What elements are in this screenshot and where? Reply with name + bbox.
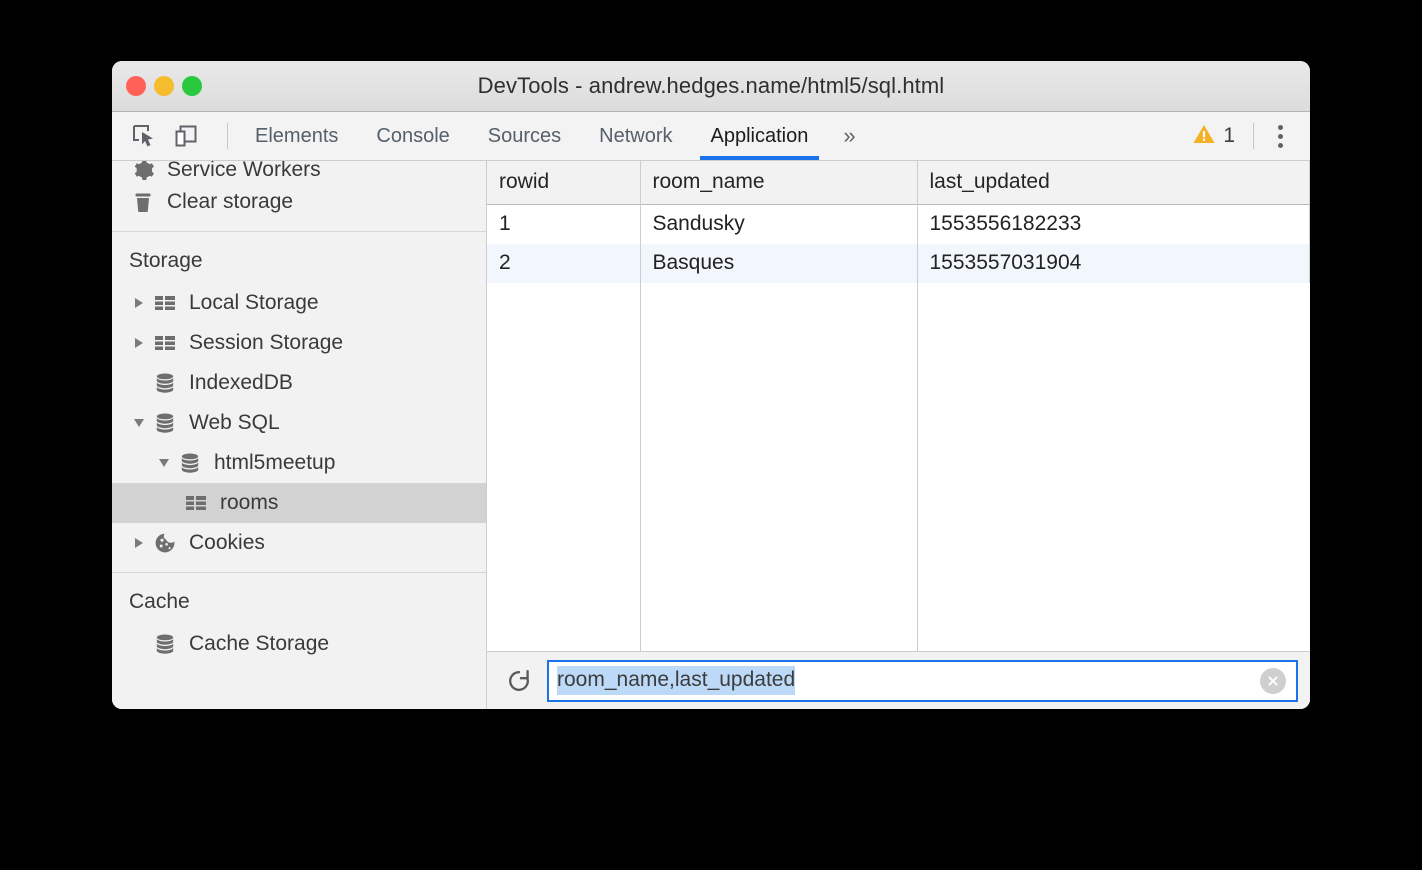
cell-last-updated: 1553557031904 bbox=[917, 244, 1310, 283]
sidebar-section-header-storage: Storage bbox=[112, 241, 486, 283]
window-title: DevTools - andrew.hedges.name/html5/sql.… bbox=[112, 73, 1310, 99]
sidebar-item-label: Service Workers bbox=[167, 161, 321, 182]
warning-indicator[interactable]: 1 bbox=[1186, 122, 1241, 151]
chevron-down-icon[interactable] bbox=[129, 419, 149, 427]
sidebar-item-indexeddb[interactable]: IndexedDB bbox=[112, 363, 486, 403]
query-input[interactable]: room_name,last_updated bbox=[547, 660, 1298, 702]
chevron-right-icon[interactable] bbox=[129, 338, 149, 348]
sidebar-item-label: Cookies bbox=[189, 531, 265, 555]
sidebar-item-label: rooms bbox=[220, 491, 278, 515]
chevron-down-icon[interactable] bbox=[154, 459, 174, 467]
sidebar-section-storage: Storage bbox=[112, 241, 486, 563]
table-row[interactable]: 1 Sandusky 1553556182233 bbox=[487, 205, 1310, 245]
sidebar-item-service-workers[interactable]: Service Workers bbox=[112, 161, 486, 182]
column-header-rowid[interactable]: rowid bbox=[487, 161, 640, 205]
device-toolbar-icon[interactable] bbox=[171, 121, 201, 151]
tab-application[interactable]: Application bbox=[692, 112, 828, 160]
query-input-value: room_name,last_updated bbox=[557, 666, 795, 694]
minimize-window-button[interactable] bbox=[154, 76, 174, 96]
sidebar-item-html5meetup[interactable]: html5meetup bbox=[112, 443, 486, 483]
query-bar: room_name,last_updated bbox=[487, 651, 1310, 709]
web-sql-table: rowid room_name last_updated 1 Sandusky … bbox=[487, 161, 1310, 283]
sidebar-item-label: IndexedDB bbox=[189, 371, 293, 395]
gear-icon bbox=[129, 161, 157, 182]
maximize-window-button[interactable] bbox=[182, 76, 202, 96]
sidebar-top-group: Service Workers Clear storage bbox=[112, 161, 486, 222]
more-tabs-icon[interactable]: » bbox=[827, 112, 871, 160]
sidebar-item-cookies[interactable]: Cookies bbox=[112, 523, 486, 563]
traffic-light-group bbox=[126, 76, 202, 96]
sidebar-item-label: Local Storage bbox=[189, 291, 319, 315]
tab-sources[interactable]: Sources bbox=[469, 112, 580, 160]
chevron-right-icon[interactable] bbox=[129, 538, 149, 548]
tab-network[interactable]: Network bbox=[580, 112, 691, 160]
sidebar-item-label: Cache Storage bbox=[189, 632, 329, 656]
close-window-button[interactable] bbox=[126, 76, 146, 96]
database-icon bbox=[151, 411, 179, 435]
trash-icon bbox=[129, 190, 157, 214]
panel-tabs: Elements Console Sources Network Applica… bbox=[236, 112, 872, 160]
tab-console[interactable]: Console bbox=[357, 112, 468, 160]
warning-count: 1 bbox=[1223, 124, 1235, 148]
devtools-toolbar: Elements Console Sources Network Applica… bbox=[112, 112, 1310, 161]
cell-room-name: Basques bbox=[640, 244, 917, 283]
cell-rowid: 1 bbox=[487, 205, 640, 245]
title-bar: DevTools - andrew.hedges.name/html5/sql.… bbox=[112, 61, 1310, 112]
toolbar-icon-group bbox=[112, 112, 236, 160]
table-grid-icon bbox=[151, 331, 179, 355]
cookie-icon bbox=[151, 531, 179, 555]
sidebar-item-label: Session Storage bbox=[189, 331, 343, 355]
chevron-right-icon[interactable] bbox=[129, 298, 149, 308]
sidebar-item-session-storage[interactable]: Session Storage bbox=[112, 323, 486, 363]
warning-triangle-icon bbox=[1192, 122, 1216, 151]
table-header-row: rowid room_name last_updated bbox=[487, 161, 1310, 205]
sidebar-divider bbox=[112, 231, 486, 232]
sidebar-item-label: Clear storage bbox=[167, 190, 293, 214]
toolbar-divider bbox=[227, 123, 228, 149]
inspect-element-icon[interactable] bbox=[129, 121, 159, 151]
sidebar-item-label: html5meetup bbox=[214, 451, 335, 475]
application-panel: Service Workers Clear storage bbox=[112, 161, 1310, 709]
sidebar-item-local-storage[interactable]: Local Storage bbox=[112, 283, 486, 323]
kebab-menu-icon[interactable] bbox=[1266, 121, 1294, 151]
sidebar-section-header-cache: Cache bbox=[112, 582, 486, 624]
table-row[interactable]: 2 Basques 1553557031904 bbox=[487, 244, 1310, 283]
tab-elements[interactable]: Elements bbox=[236, 112, 357, 160]
screenshot-root: DevTools - andrew.hedges.name/html5/sql.… bbox=[0, 0, 1422, 870]
application-sidebar[interactable]: Service Workers Clear storage bbox=[112, 161, 487, 709]
table-grid-icon bbox=[182, 491, 210, 515]
cell-last-updated: 1553556182233 bbox=[917, 205, 1310, 245]
clear-circle-icon[interactable] bbox=[1260, 668, 1286, 694]
column-header-last-updated[interactable]: last_updated bbox=[917, 161, 1310, 205]
sidebar-item-label: Web SQL bbox=[189, 411, 280, 435]
sidebar-item-rooms[interactable]: rooms bbox=[112, 483, 486, 523]
data-grid-scroll[interactable]: rowid room_name last_updated 1 Sandusky … bbox=[487, 161, 1310, 651]
cell-rowid: 2 bbox=[487, 244, 640, 283]
database-icon bbox=[151, 371, 179, 395]
sidebar-section-cache: Cache Cache Storage bbox=[112, 582, 486, 664]
sidebar-divider bbox=[112, 572, 486, 573]
data-grid-panel: rowid room_name last_updated 1 Sandusky … bbox=[487, 161, 1310, 709]
devtools-window: DevTools - andrew.hedges.name/html5/sql.… bbox=[112, 61, 1310, 709]
sidebar-item-cache-storage[interactable]: Cache Storage bbox=[112, 624, 486, 664]
column-header-room-name[interactable]: room_name bbox=[640, 161, 917, 205]
database-icon bbox=[151, 632, 179, 656]
toolbar-right-group: 1 bbox=[1186, 121, 1310, 151]
sidebar-item-clear-storage[interactable]: Clear storage bbox=[112, 182, 486, 222]
database-icon bbox=[176, 451, 204, 475]
table-grid-icon bbox=[151, 291, 179, 315]
toolbar-right-divider bbox=[1253, 123, 1254, 149]
refresh-icon[interactable] bbox=[501, 663, 537, 699]
cell-room-name: Sandusky bbox=[640, 205, 917, 245]
sidebar-item-web-sql[interactable]: Web SQL bbox=[112, 403, 486, 443]
